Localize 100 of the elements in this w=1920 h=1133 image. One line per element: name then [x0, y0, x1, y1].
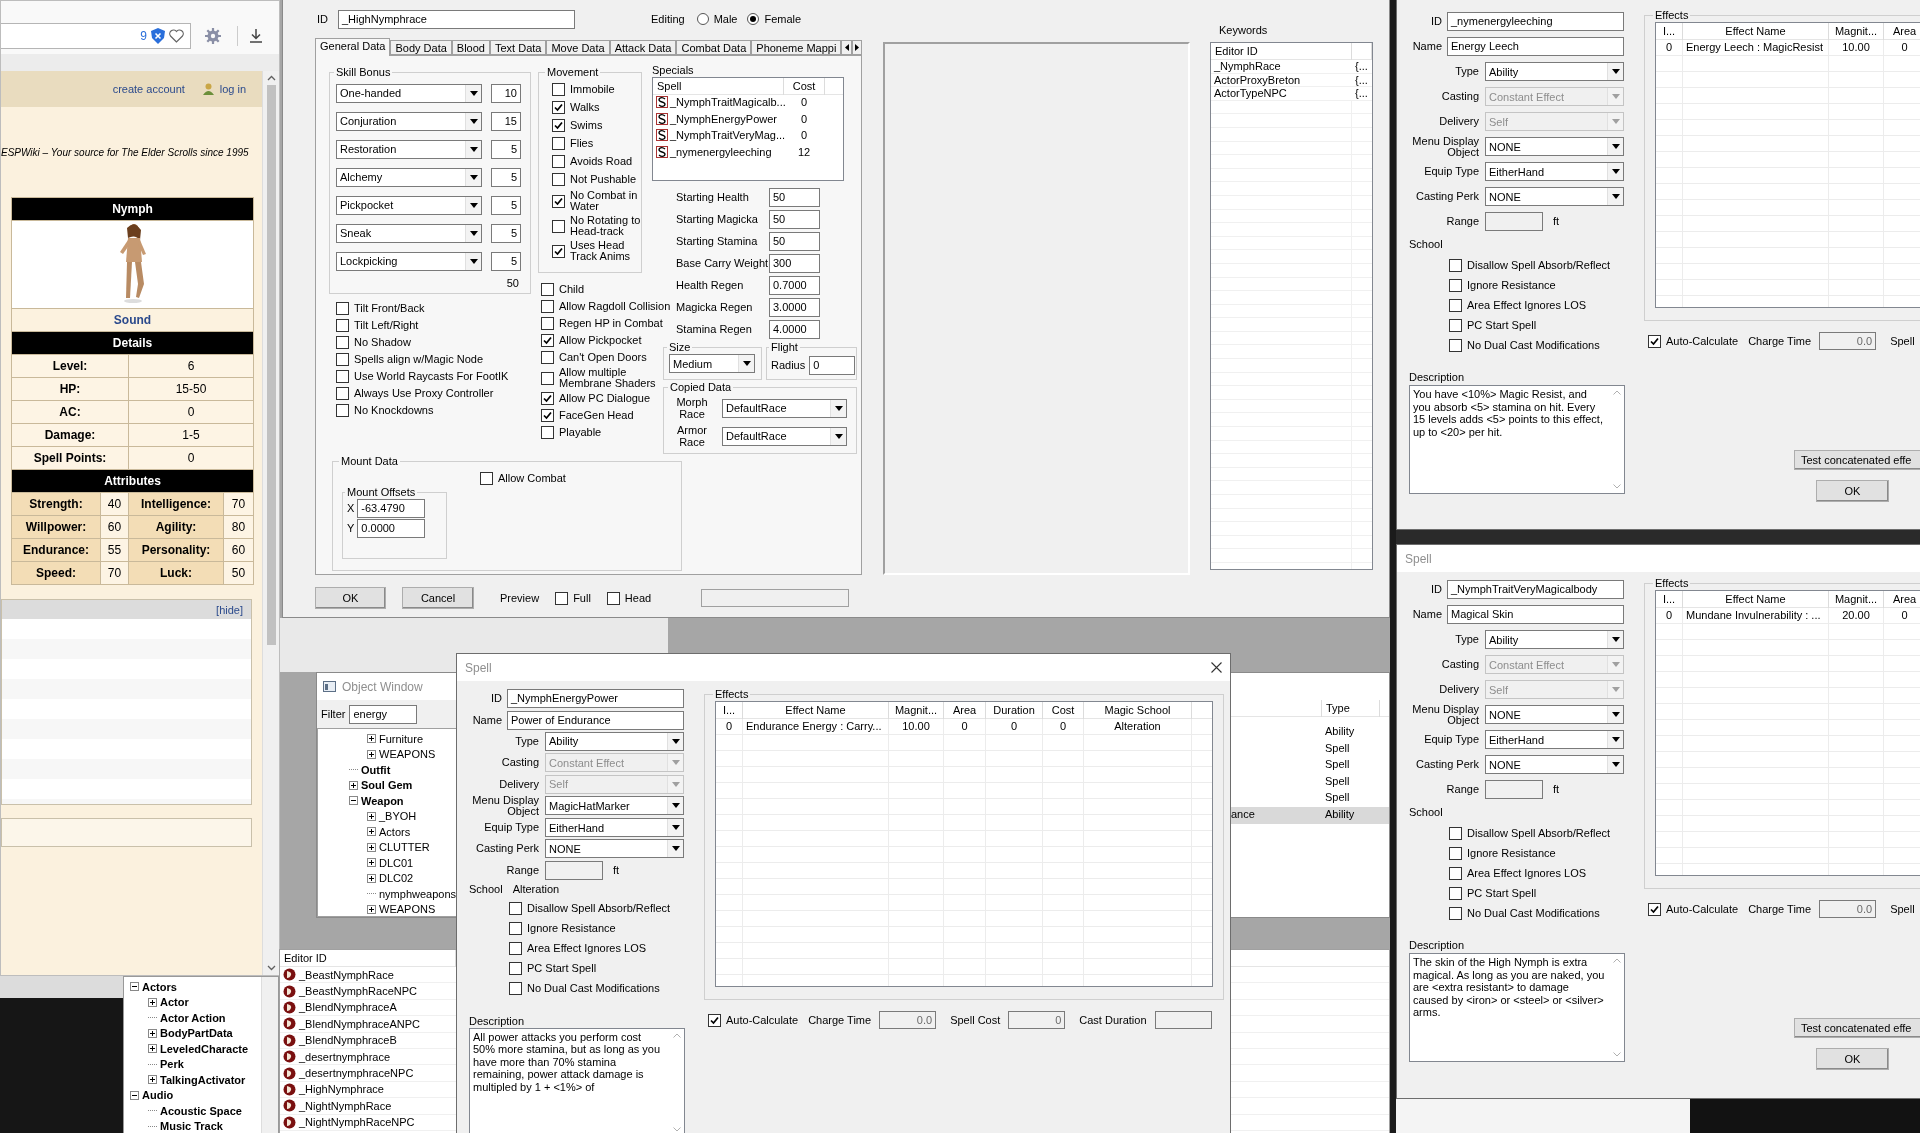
- field-label: Magicka Regen: [676, 300, 754, 314]
- unit-label: ft: [1553, 783, 1560, 796]
- table-cell-text: ActorTypeNPC: [1213, 87, 1288, 100]
- field-label: Preview: [500, 591, 540, 605]
- field-label: Morph Race: [675, 396, 709, 420]
- field-label: Armor Race: [676, 424, 708, 448]
- field-label: Cast Duration: [1079, 1013, 1147, 1027]
- group-label: Mount Data: [340, 455, 399, 468]
- table-cell-text: 12: [796, 144, 812, 160]
- unit-label: ft: [1553, 215, 1560, 228]
- table-cell: 0: [1884, 40, 1920, 55]
- table-cell-text: Spell: [1324, 773, 1351, 789]
- table-cell: Energy Leech : MagicResist: [1683, 40, 1829, 55]
- field-label: Casting Perk: [475, 843, 539, 855]
- field-label: Radius: [771, 359, 806, 372]
- field-label: Casting: [500, 757, 539, 769]
- field-label: Description: [1409, 939, 1466, 953]
- field-label: Casting: [1440, 659, 1479, 670]
- table-cell: 10.00: [889, 719, 944, 734]
- group-label: Size: [668, 341, 692, 354]
- table-cell: _BlendNymphraceANPC: [299, 1017, 421, 1030]
- table-cell-text: Spell: [1324, 757, 1351, 773]
- field-label: Menu Display Object: [1411, 135, 1479, 158]
- group-label: Effects: [714, 688, 750, 701]
- table-cell: _HighNymphrace: [299, 1083, 384, 1096]
- table-cell: 6: [128, 354, 254, 378]
- table-cell: _NymphTraitVeryMag...: [670, 129, 786, 141]
- table-cell: HP:: [11, 377, 129, 401]
- table-cell-text: Ability: [1324, 806, 1356, 822]
- field-label: Charge Time: [808, 1013, 872, 1027]
- field-label: Spell: [1890, 902, 1915, 916]
- window-title: Object Window: [342, 679, 423, 694]
- field-label: Y: [347, 522, 355, 535]
- table-cell: 15-50: [128, 377, 254, 401]
- group-label: Mount Offsets: [346, 486, 417, 499]
- field-label: Description: [469, 1014, 526, 1028]
- table-cell: 1-5: [128, 423, 254, 447]
- table-cell: Endurance:: [11, 538, 101, 562]
- table-cell: 10.00: [1829, 40, 1884, 55]
- tracker-count: 9: [140, 28, 147, 43]
- window-title: Spell: [1405, 551, 1432, 566]
- group-label: Movement: [546, 66, 600, 79]
- field-label: Equip Type: [1423, 734, 1479, 745]
- field-label: Equip Type: [483, 822, 539, 834]
- group-label: Copied Data: [669, 381, 733, 394]
- field-label: ID: [490, 693, 502, 705]
- infobox-title: Nymph: [11, 197, 254, 221]
- table-cell: _desertnymphraceNPC: [299, 1067, 414, 1080]
- school-value: Alteration: [512, 883, 560, 897]
- table-cell: 0: [1043, 719, 1084, 734]
- field-label: Delivery: [1438, 684, 1479, 695]
- group-label: Flight: [770, 341, 799, 354]
- table-cell: Willpower:: [11, 515, 101, 539]
- table-cell-text: {...: [1354, 73, 1369, 87]
- window-title: Spell: [465, 660, 492, 675]
- table-cell: Level:: [11, 354, 129, 378]
- table-cell: _nymenergyleeching: [670, 145, 772, 158]
- table-cell: _BlendNymphraceA: [299, 1001, 397, 1014]
- group-label: Keywords: [1219, 24, 1269, 38]
- field-label: Spell Cost: [950, 1013, 1001, 1027]
- table-cell: AC:: [11, 400, 129, 424]
- group-label: Skill Bonus: [335, 66, 392, 79]
- field-label: Filter: [321, 707, 346, 721]
- field-label: Range: [505, 864, 539, 876]
- section-header: Details: [11, 331, 254, 355]
- field-label: Charge Time: [1748, 902, 1812, 916]
- table-cell: 0: [1884, 608, 1920, 623]
- field-label: Name: [471, 714, 502, 726]
- field-label: Equip Type: [1423, 166, 1479, 177]
- field-label: Base Carry Weight: [676, 256, 769, 270]
- field-label: Spell: [1890, 334, 1915, 348]
- field-label: Delivery: [498, 778, 539, 790]
- table-cell: _desertnymphrace: [299, 1050, 391, 1063]
- field-label: Starting Magicka: [676, 212, 759, 226]
- site-tagline: ESPWiki – Your source for The Elder Scrolls since 1995: [1, 147, 250, 159]
- field-label: ID: [1430, 584, 1442, 595]
- field-label: Health Regen: [676, 278, 745, 292]
- field-label: Menu Display Object: [1411, 703, 1479, 726]
- field-label: Casting Perk: [1415, 759, 1479, 770]
- table-cell: _BeastNymphRaceNPC: [299, 985, 417, 998]
- table-cell: 0: [128, 400, 254, 424]
- field-label: Type: [1454, 66, 1479, 77]
- table-cell: 20.00: [1829, 608, 1884, 623]
- field-label: Range: [1445, 216, 1479, 227]
- field-label: Name: [1411, 41, 1442, 52]
- field-label: Type: [1454, 634, 1479, 645]
- table-cell-text: _NymphRace: [1213, 60, 1282, 73]
- field-label: ID: [317, 12, 328, 26]
- table-cell-text: {...: [1354, 60, 1369, 73]
- total-label: 50: [506, 277, 519, 289]
- group-label: Specials: [652, 64, 694, 77]
- field-label: Type: [514, 735, 539, 747]
- table-cell: 0: [986, 719, 1043, 734]
- field-label: Starting Health: [676, 190, 750, 204]
- field-label: Range: [1445, 784, 1479, 795]
- table-cell: Speed:: [11, 561, 101, 585]
- field-label: X: [347, 502, 355, 515]
- group-label: Effects: [1654, 577, 1690, 590]
- table-cell: Mundane Invulnerability : ...: [1683, 608, 1829, 623]
- unit-label: ft: [613, 863, 620, 877]
